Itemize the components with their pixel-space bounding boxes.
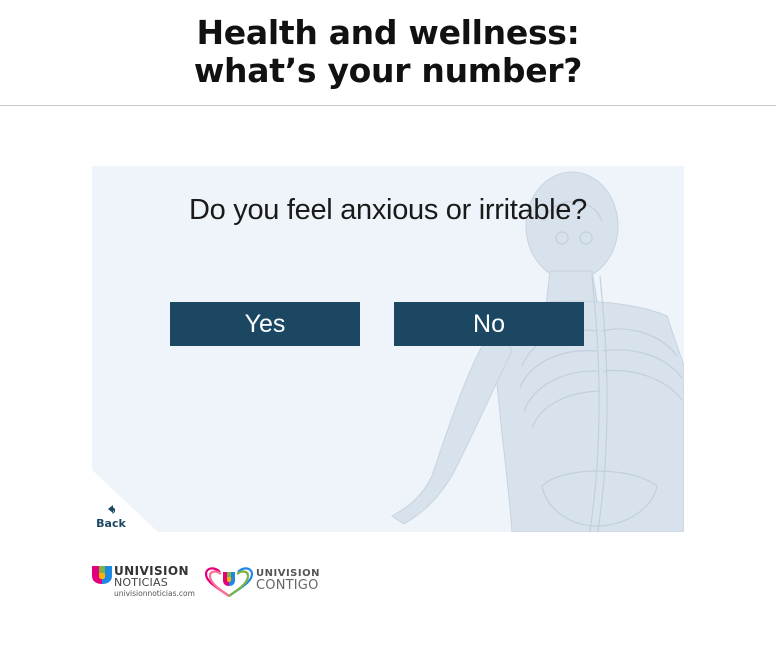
question-text: Do you feel anxious or irritable? xyxy=(189,194,587,226)
contigo-heart-icon xyxy=(204,567,254,597)
univision-mark-icon xyxy=(92,566,112,584)
page-title-line2: what’s your number? xyxy=(193,51,583,90)
noticias-word2: NOTICIAS xyxy=(114,576,168,589)
quiz-panel: Do you feel anxious or irritable? Yes No… xyxy=(92,166,684,532)
page-title-line1: Health and wellness: xyxy=(196,13,580,52)
univision-contigo-logo: UNIVISION CONTIGO xyxy=(202,564,332,598)
contigo-word2: CONTIGO xyxy=(256,578,319,593)
noticias-url: univisionnoticias.com xyxy=(114,589,195,598)
back-label: Back xyxy=(96,517,126,530)
page-title: Health and wellness: what’s your number? xyxy=(0,14,776,90)
header: Health and wellness: what’s your number? xyxy=(0,0,776,106)
yes-button[interactable]: Yes xyxy=(170,302,360,346)
back-button[interactable]: Back xyxy=(94,504,128,530)
footer-logos: UNIVISION NOTICIAS univisionnoticias.com… xyxy=(92,560,392,600)
no-button[interactable]: No xyxy=(394,302,584,346)
back-arrow-icon xyxy=(108,505,116,514)
univision-noticias-logo: UNIVISION NOTICIAS univisionnoticias.com xyxy=(92,562,202,598)
